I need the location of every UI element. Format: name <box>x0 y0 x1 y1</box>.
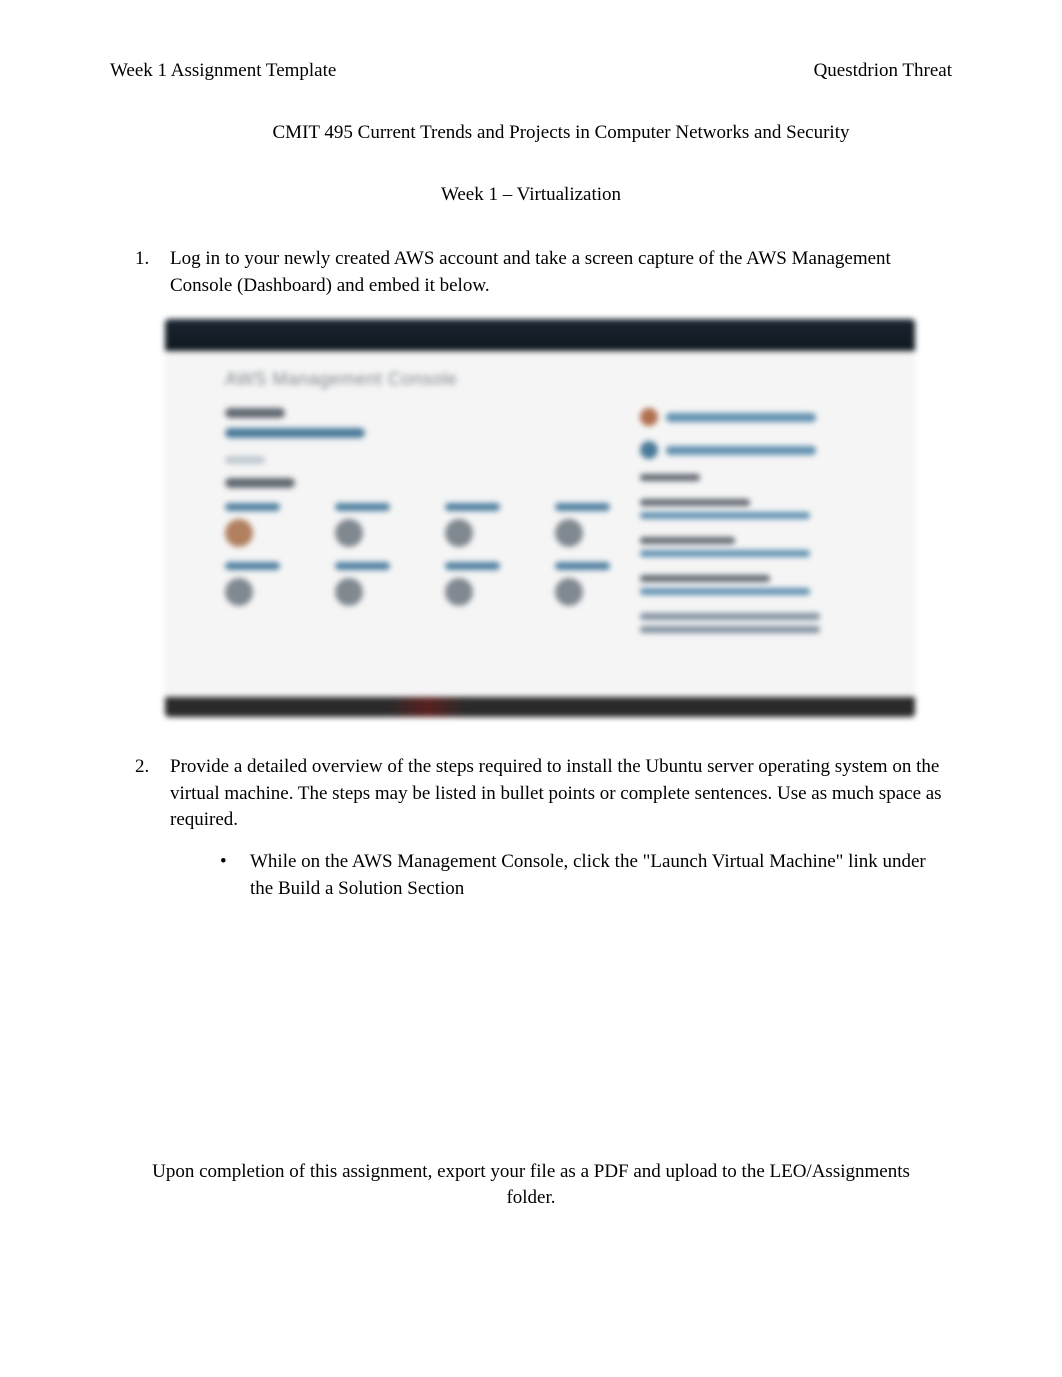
right-panel-lines <box>640 474 855 481</box>
question-2-text: Provide a detailed overview of the steps… <box>170 754 952 834</box>
service-icons-row <box>225 503 610 547</box>
question-1-number: 1. <box>135 246 165 299</box>
blur-label <box>225 428 365 438</box>
question-2-block: 2. Provide a detailed overview of the st… <box>135 754 952 902</box>
course-title: CMIT 495 Current Trends and Projects in … <box>110 122 952 144</box>
service-icon <box>555 519 583 547</box>
right-panel-item <box>640 441 855 459</box>
console-content-row <box>225 408 855 651</box>
icon-label <box>555 562 610 570</box>
service-icon <box>335 578 363 606</box>
text-line <box>640 512 810 519</box>
panel-icon <box>640 408 658 426</box>
service-icon <box>335 519 363 547</box>
text-line <box>640 537 735 544</box>
text-line <box>640 474 700 481</box>
header-right: Questdrion Threat <box>814 60 952 82</box>
screenshot-body: AWS Management Console <box>165 351 915 697</box>
console-title: AWS Management Console <box>225 369 855 390</box>
question-2-bullet: • While on the AWS Management Console, c… <box>220 849 952 902</box>
text-line <box>640 499 750 506</box>
icon-label <box>445 562 500 570</box>
right-panel-lines <box>640 613 855 633</box>
blur-label <box>225 408 285 418</box>
icon-label <box>225 562 280 570</box>
right-panel-lines <box>640 499 855 519</box>
right-panel-item <box>640 408 855 426</box>
service-icon-group <box>445 503 500 547</box>
header-left: Week 1 Assignment Template <box>110 60 336 82</box>
service-icon-group <box>225 503 280 547</box>
screenshot-bottombar <box>165 697 915 717</box>
blur-label <box>225 478 295 488</box>
document-page: Week 1 Assignment Template Questdrion Th… <box>0 0 1062 1377</box>
text-line <box>640 588 810 595</box>
icon-label <box>335 562 390 570</box>
text-line <box>640 613 820 620</box>
service-icons-row <box>225 562 610 606</box>
service-icon-group <box>225 562 280 606</box>
question-2: 2. Provide a detailed overview of the st… <box>135 754 952 834</box>
console-right-panel <box>640 408 855 651</box>
question-1-text: Log in to your newly created AWS account… <box>170 246 952 299</box>
icon-label <box>225 503 280 511</box>
week-title: Week 1 – Virtualization <box>110 184 952 206</box>
service-icon-group <box>445 562 500 606</box>
text-line <box>640 575 770 582</box>
icon-label <box>555 503 610 511</box>
question-1-block: 1. Log in to your newly created AWS acco… <box>135 246 952 299</box>
aws-console-screenshot: AWS Management Console <box>165 319 915 729</box>
console-left-panel <box>225 408 610 651</box>
page-header: Week 1 Assignment Template Questdrion Th… <box>110 60 952 82</box>
service-icon <box>445 519 473 547</box>
question-1: 1. Log in to your newly created AWS acco… <box>135 246 952 299</box>
icon-label <box>335 503 390 511</box>
service-icon <box>225 578 253 606</box>
blur-label <box>225 456 265 464</box>
service-icon-group <box>335 503 390 547</box>
page-footer: Upon completion of this assignment, expo… <box>0 1159 1062 1212</box>
screenshot-topbar <box>165 319 915 351</box>
panel-icon <box>640 441 658 459</box>
panel-text <box>666 446 816 455</box>
service-icon <box>445 578 473 606</box>
right-panel-lines <box>640 537 855 557</box>
icon-label <box>445 503 500 511</box>
text-line <box>640 550 810 557</box>
question-2-number: 2. <box>135 754 165 834</box>
right-panel-lines <box>640 575 855 595</box>
service-icon-group <box>335 562 390 606</box>
service-icon-group <box>555 562 610 606</box>
panel-text <box>666 413 816 422</box>
bullet-marker: • <box>220 849 250 902</box>
service-icon <box>225 519 253 547</box>
service-icon <box>555 578 583 606</box>
screenshot-container: AWS Management Console <box>165 319 952 729</box>
bullet-text: While on the AWS Management Console, cli… <box>250 849 952 902</box>
service-icon-group <box>555 503 610 547</box>
text-line <box>640 626 820 633</box>
